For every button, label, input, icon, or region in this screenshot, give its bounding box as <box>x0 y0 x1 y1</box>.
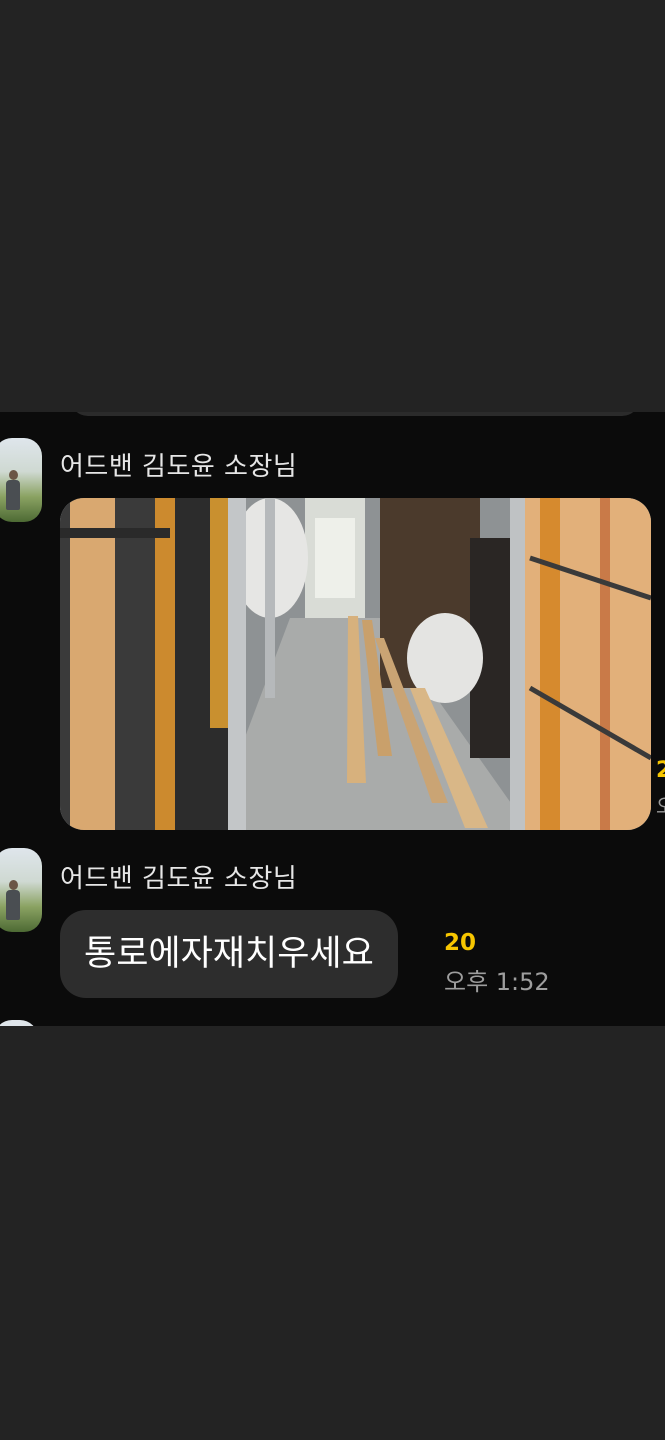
construction-site-photo-icon <box>60 498 651 830</box>
clipped-time: 오 <box>656 790 665 819</box>
message-time: 오후 1:52 <box>444 968 550 996</box>
photo-message[interactable] <box>60 498 651 830</box>
avatar-person-icon <box>6 470 20 510</box>
sender-avatar[interactable] <box>0 438 42 522</box>
clipped-unread-count: 2 <box>656 758 665 783</box>
message-meta: 20 오후 1:52 <box>444 930 550 997</box>
previous-message-bubble <box>70 412 640 416</box>
sender-name: 어드밴 김도윤 소장님 <box>60 864 298 894</box>
avatar-person-icon <box>6 880 20 920</box>
sender-name: 어드밴 김도윤 소장님 <box>60 452 298 482</box>
chat-room[interactable]: 어드밴 김도윤 소장님 2 어드밴 김도윤 소장님 통로에자재치우세요 20 오… <box>0 412 665 1026</box>
blank-area-top <box>0 0 665 412</box>
sender-avatar[interactable] <box>0 848 42 932</box>
blank-area-bottom <box>0 1026 665 1440</box>
message-bubble[interactable]: 통로에자재치우세요 <box>60 910 398 998</box>
unread-count: 20 <box>444 930 477 956</box>
